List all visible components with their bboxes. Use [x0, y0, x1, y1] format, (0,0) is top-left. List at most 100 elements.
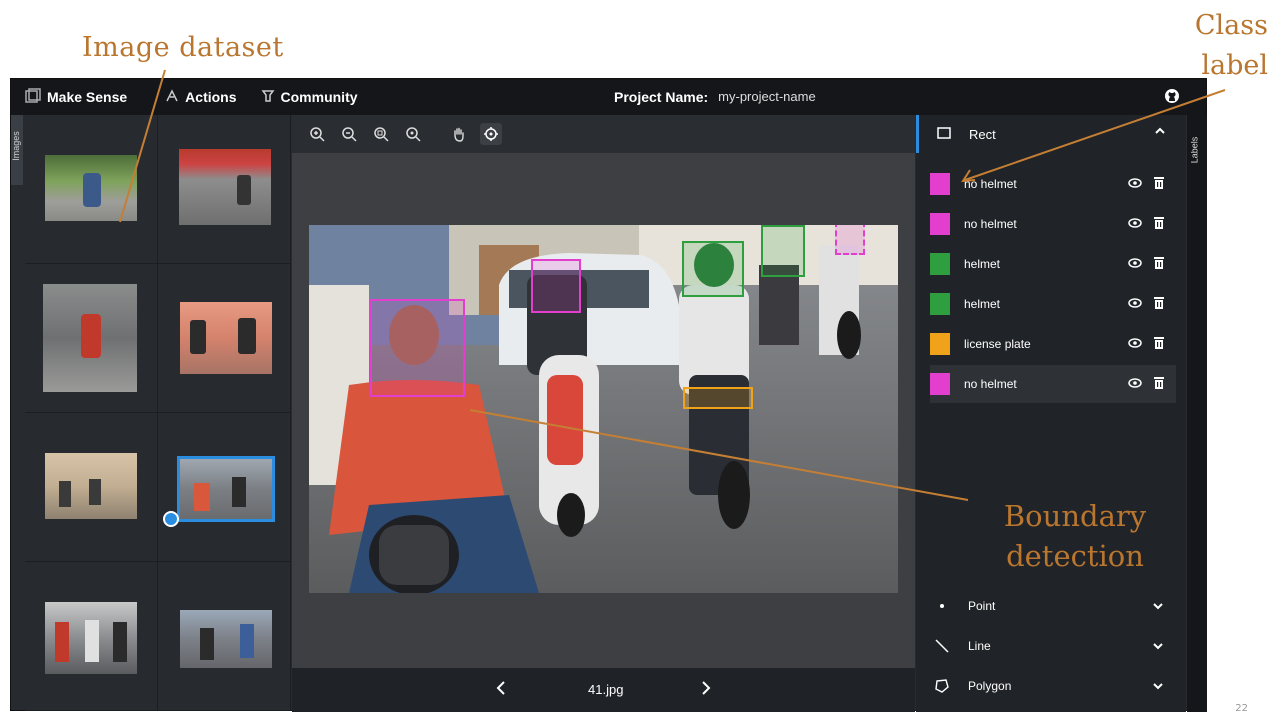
crosshair-icon[interactable]: [480, 123, 502, 145]
trash-icon[interactable]: [1154, 376, 1164, 392]
zoom-fit-icon[interactable]: [370, 123, 392, 145]
rect-tool-header[interactable]: Rect: [916, 115, 1186, 153]
rect-tool-label: Rect: [969, 126, 996, 142]
bbox-no-helmet[interactable]: [370, 299, 465, 397]
bbox-helmet[interactable]: [682, 241, 744, 297]
trash-icon[interactable]: [1154, 216, 1164, 232]
label-row-active[interactable]: no helmet: [930, 365, 1176, 403]
slide-number: 22: [1235, 703, 1248, 714]
image-thumbnail: [180, 302, 272, 374]
image-thumbnail: [43, 284, 137, 392]
labels-tab-label: Labels: [1189, 136, 1200, 164]
project-name-value[interactable]: my-project-name: [718, 89, 816, 105]
label-row[interactable]: license plate: [930, 325, 1176, 363]
editor-toolbar: [292, 115, 915, 153]
editor-area: 41.jpg: [292, 115, 915, 712]
label-color-swatch[interactable]: [930, 333, 950, 355]
line-tool-row[interactable]: Line: [930, 627, 1176, 665]
label-row[interactable]: helmet: [930, 285, 1176, 323]
image-thumbnail: [45, 155, 137, 221]
label-row[interactable]: helmet: [930, 245, 1176, 283]
trash-icon[interactable]: [1154, 176, 1164, 192]
label-color-swatch[interactable]: [930, 293, 950, 315]
chevron-up-icon[interactable]: [1154, 125, 1166, 140]
image-thumbnail-selected: [177, 456, 275, 522]
project-name: Project Name: my-project-name: [614, 89, 816, 105]
class-label-line1: Class: [1194, 10, 1268, 41]
point-icon: [930, 603, 954, 609]
line-tool-label: Line: [968, 639, 991, 653]
bbox-license-plate[interactable]: [683, 387, 753, 409]
eye-icon[interactable]: [1128, 337, 1142, 352]
point-tool-row[interactable]: Point: [930, 587, 1176, 625]
community-menu[interactable]: Community: [261, 89, 358, 106]
image-thumbnail: [180, 610, 272, 668]
selected-check-icon: [163, 511, 179, 527]
polygon-tool-row[interactable]: Polygon: [930, 667, 1176, 705]
trash-icon[interactable]: [1154, 256, 1164, 272]
label-row[interactable]: no helmet: [930, 205, 1176, 243]
chevron-down-icon[interactable]: [1152, 600, 1164, 615]
previous-image-icon[interactable]: [495, 680, 507, 699]
label-color-swatch[interactable]: [930, 173, 950, 195]
image-cell[interactable]: [158, 115, 291, 264]
eye-icon[interactable]: [1128, 217, 1142, 232]
eye-icon[interactable]: [1128, 257, 1142, 272]
labels-side-tab[interactable]: Labels: [1187, 115, 1207, 712]
next-image-icon[interactable]: [700, 680, 712, 699]
label-color-swatch[interactable]: [930, 253, 950, 275]
eye-icon[interactable]: [1128, 177, 1142, 192]
zoom-in-icon[interactable]: [306, 123, 328, 145]
chevron-down-icon[interactable]: [1152, 640, 1164, 655]
bbox-no-helmet[interactable]: [531, 259, 581, 313]
trash-icon[interactable]: [1154, 336, 1164, 352]
brand[interactable]: Make Sense: [25, 87, 128, 107]
actions-icon: [165, 88, 179, 106]
actions-menu[interactable]: Actions: [165, 88, 237, 106]
image-thumbnail: [45, 453, 137, 519]
image-cell[interactable]: [25, 413, 158, 562]
boundary-line1: Boundary: [1003, 499, 1147, 533]
image-navigation-bar: 41.jpg: [292, 668, 915, 712]
app-window: Make Sense Actions Community Project Nam…: [10, 78, 1207, 712]
image-dataset-annotation: Image dataset: [82, 32, 284, 63]
image-grid: [25, 115, 291, 712]
polygon-tool-label: Polygon: [968, 679, 1012, 693]
image-thumbnail: [179, 149, 271, 225]
image-filename: 41.jpg: [588, 682, 624, 697]
actions-label: Actions: [185, 89, 237, 105]
line-icon: [930, 638, 954, 654]
photo: [309, 225, 898, 593]
brand-name: Make Sense: [47, 89, 128, 105]
image-thumbnail: [45, 602, 137, 674]
label-name: no helmet: [964, 177, 1017, 191]
image-cell[interactable]: [25, 264, 158, 413]
community-label: Community: [280, 89, 358, 105]
image-canvas[interactable]: [309, 225, 898, 593]
label-name: helmet: [964, 297, 1001, 311]
rect-icon: [937, 126, 951, 142]
label-row[interactable]: no helmet: [930, 165, 1176, 203]
zoom-out-icon[interactable]: [338, 123, 360, 145]
trash-icon[interactable]: [1154, 296, 1164, 312]
chevron-down-icon[interactable]: [1152, 680, 1164, 695]
label-color-swatch[interactable]: [930, 213, 950, 235]
bbox-no-helmet[interactable]: [835, 225, 865, 255]
zoom-reset-icon[interactable]: [402, 123, 424, 145]
image-cell[interactable]: [158, 413, 291, 562]
image-cell[interactable]: [158, 264, 291, 413]
image-cell[interactable]: [25, 115, 158, 264]
bbox-helmet[interactable]: [761, 225, 805, 277]
eye-icon[interactable]: [1128, 377, 1142, 392]
community-icon: [261, 89, 275, 106]
image-cell[interactable]: [158, 562, 291, 711]
top-navbar: Make Sense Actions Community Project Nam…: [11, 79, 1206, 115]
image-cell[interactable]: [25, 562, 158, 711]
label-name: license plate: [964, 337, 1031, 351]
label-color-swatch[interactable]: [930, 373, 950, 395]
images-tab-label: Images: [10, 131, 21, 161]
github-icon[interactable]: [1164, 88, 1180, 107]
hand-icon[interactable]: [448, 123, 470, 145]
eye-icon[interactable]: [1128, 297, 1142, 312]
images-side-tab[interactable]: Images: [11, 115, 23, 185]
